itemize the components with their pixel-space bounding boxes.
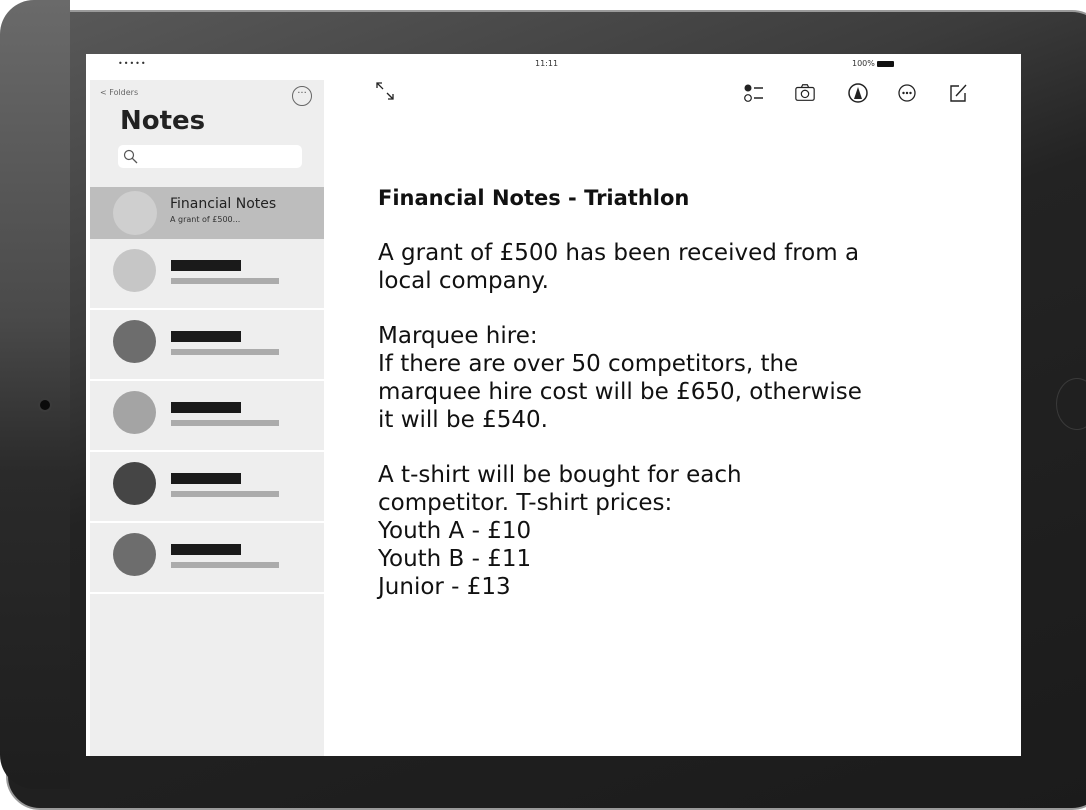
note-paragraph: A grant of £500 has been received from a… — [378, 240, 860, 294]
checklist-icon[interactable] — [743, 82, 765, 104]
battery-percent: 100% — [852, 59, 875, 68]
note-list: Financial Notes A grant of £500... — [90, 187, 324, 594]
signal-indicator: ••••• — [118, 59, 147, 68]
sidebar-title: Notes — [120, 106, 206, 136]
list-item[interactable] — [90, 523, 324, 594]
snippet-placeholder-bar — [171, 278, 279, 284]
battery-indicator: 100% — [852, 59, 894, 68]
compose-icon[interactable] — [947, 82, 969, 104]
notes-sidebar: < Folders ··· Notes Financial Notes A gra… — [90, 80, 324, 756]
search-input[interactable] — [118, 145, 302, 168]
back-to-folders-link[interactable]: < Folders — [100, 88, 138, 97]
title-placeholder-bar — [171, 331, 241, 342]
snippet-placeholder-bar — [171, 491, 279, 497]
expand-icon[interactable] — [374, 80, 396, 102]
search-icon — [123, 149, 138, 164]
title-placeholder-bar — [171, 260, 241, 271]
avatar — [113, 533, 156, 576]
tablet-frame-edge — [0, 0, 70, 789]
title-placeholder-bar — [171, 402, 241, 413]
note-heading: Financial Notes - Triathlon — [378, 186, 690, 210]
battery-icon — [876, 60, 894, 67]
note-paragraph: A t-shirt will be bought for each compet… — [378, 462, 742, 600]
snippet-placeholder-bar — [171, 420, 279, 426]
list-item[interactable] — [90, 310, 324, 381]
list-item[interactable] — [90, 381, 324, 452]
note-content[interactable]: Financial Notes - Triathlon A grant of £… — [378, 184, 988, 628]
back-label: Folders — [109, 88, 139, 97]
avatar — [113, 191, 157, 235]
chevron-left-icon: < — [100, 88, 107, 97]
status-time: 11:11 — [535, 59, 559, 68]
title-placeholder-bar — [171, 473, 241, 484]
camera-icon[interactable] — [794, 82, 816, 104]
list-item[interactable] — [90, 239, 324, 310]
list-item[interactable] — [90, 452, 324, 523]
avatar — [113, 462, 156, 505]
status-bar: ••••• 11:11 100% — [86, 54, 1021, 76]
note-paragraph: Marquee hire: If there are over 50 compe… — [378, 323, 862, 433]
list-item[interactable]: Financial Notes A grant of £500... — [90, 187, 324, 239]
snippet-placeholder-bar — [171, 562, 279, 568]
avatar — [113, 391, 156, 434]
title-placeholder-bar — [171, 544, 241, 555]
snippet-placeholder-bar — [171, 349, 279, 355]
note-title: Financial Notes — [170, 196, 277, 212]
front-camera — [40, 400, 50, 410]
more-icon[interactable] — [896, 82, 918, 104]
ellipsis-icon: ··· — [297, 88, 307, 99]
avatar — [113, 320, 156, 363]
tablet-screen: ••••• 11:11 100% < Folders ··· Notes Fin… — [86, 54, 1021, 756]
avatar — [113, 249, 156, 292]
sidebar-more-button[interactable]: ··· — [292, 86, 312, 106]
markup-icon[interactable] — [847, 82, 869, 104]
note-snippet: A grant of £500... — [170, 215, 241, 224]
